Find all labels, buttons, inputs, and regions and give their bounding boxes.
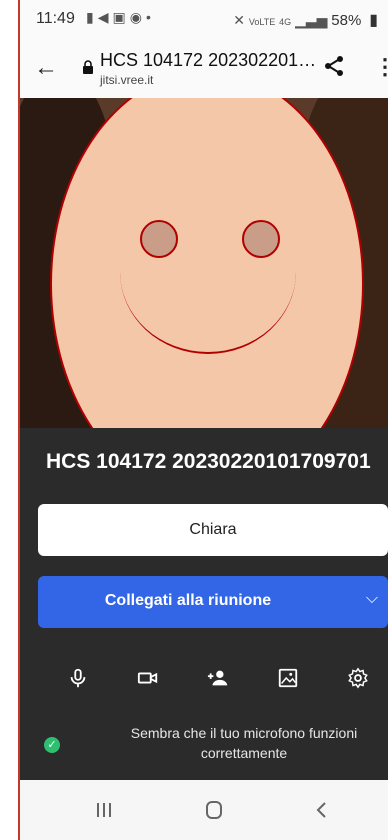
page-domain[interactable]: jitsi.vree.it xyxy=(100,73,153,87)
back-arrow-icon[interactable]: ← xyxy=(34,54,58,82)
notification-icons: ▮◀▣◉• xyxy=(86,9,155,26)
camera-icon[interactable] xyxy=(128,658,168,698)
room-name: HCS 104172 20230220101709701 xyxy=(46,450,371,473)
mic-status: ✓ Sembra che il tuo microfono funzioni c… xyxy=(40,723,380,773)
join-meeting-label: Collegati alla riunione xyxy=(104,592,272,609)
volte-icon: VoLTE xyxy=(248,17,276,27)
status-bar: 11:49 ▮◀▣◉• ✕ VoLTE 4G ▁▃▅ 58% ▮ xyxy=(20,0,388,40)
dot-icon: • xyxy=(145,9,155,25)
invite-icon[interactable] xyxy=(198,658,238,698)
join-meeting-button[interactable]: Collegati alla riunione ⌵ xyxy=(38,576,388,628)
phone-screen: 11:49 ▮◀▣◉• ✕ VoLTE 4G ▁▃▅ 58% ▮ ← HCS 1… xyxy=(0,0,388,840)
browser-toolbar: ← HCS 104172 202302201… jitsi.vree.it ⋮ xyxy=(20,40,388,99)
home-icon[interactable] xyxy=(194,796,234,824)
smiley-face-overlay xyxy=(50,98,364,428)
smiley-right-eye xyxy=(242,220,280,258)
page-title[interactable]: HCS 104172 202302201… xyxy=(100,50,316,71)
share-icon[interactable] xyxy=(322,54,346,78)
android-nav-bar xyxy=(20,780,388,840)
background-icon[interactable] xyxy=(268,658,308,698)
recent-apps-icon[interactable] xyxy=(84,796,124,824)
4g-icon: 4G xyxy=(279,17,292,27)
lock-icon xyxy=(83,60,93,74)
prejoin-panel: HCS 104172 20230220101709701 Collegati a… xyxy=(20,428,388,780)
mute-icon: ✕ xyxy=(233,12,246,28)
battery-percent: 58% xyxy=(331,12,362,29)
chevron-down-icon[interactable]: ⌵ xyxy=(366,590,378,608)
back-icon[interactable] xyxy=(302,796,342,824)
video-call-icon: ▮◀ xyxy=(86,9,113,25)
app-icon: ◉ xyxy=(129,9,146,25)
prejoin-toolbar xyxy=(40,658,380,698)
settings-icon[interactable] xyxy=(338,658,378,698)
check-icon: ✓ xyxy=(44,737,60,753)
battery-icon: ▮ xyxy=(369,12,378,29)
image-icon: ▣ xyxy=(112,9,130,25)
signal-icon: ▁▃▅ xyxy=(295,12,328,28)
annotation-border xyxy=(18,0,20,840)
mic-status-message: Sembra che il tuo microfono funzioni cor… xyxy=(130,725,358,761)
overflow-menu-icon[interactable]: ⋮ xyxy=(374,54,388,80)
status-time: 11:49 xyxy=(36,10,75,27)
smiley-left-eye xyxy=(140,220,178,258)
system-icons: ✕ VoLTE 4G ▁▃▅ 58% ▮ xyxy=(233,10,378,30)
camera-preview xyxy=(20,98,388,428)
smiley-mouth xyxy=(120,272,296,354)
display-name-input[interactable] xyxy=(38,504,388,556)
microphone-icon[interactable] xyxy=(58,658,98,698)
